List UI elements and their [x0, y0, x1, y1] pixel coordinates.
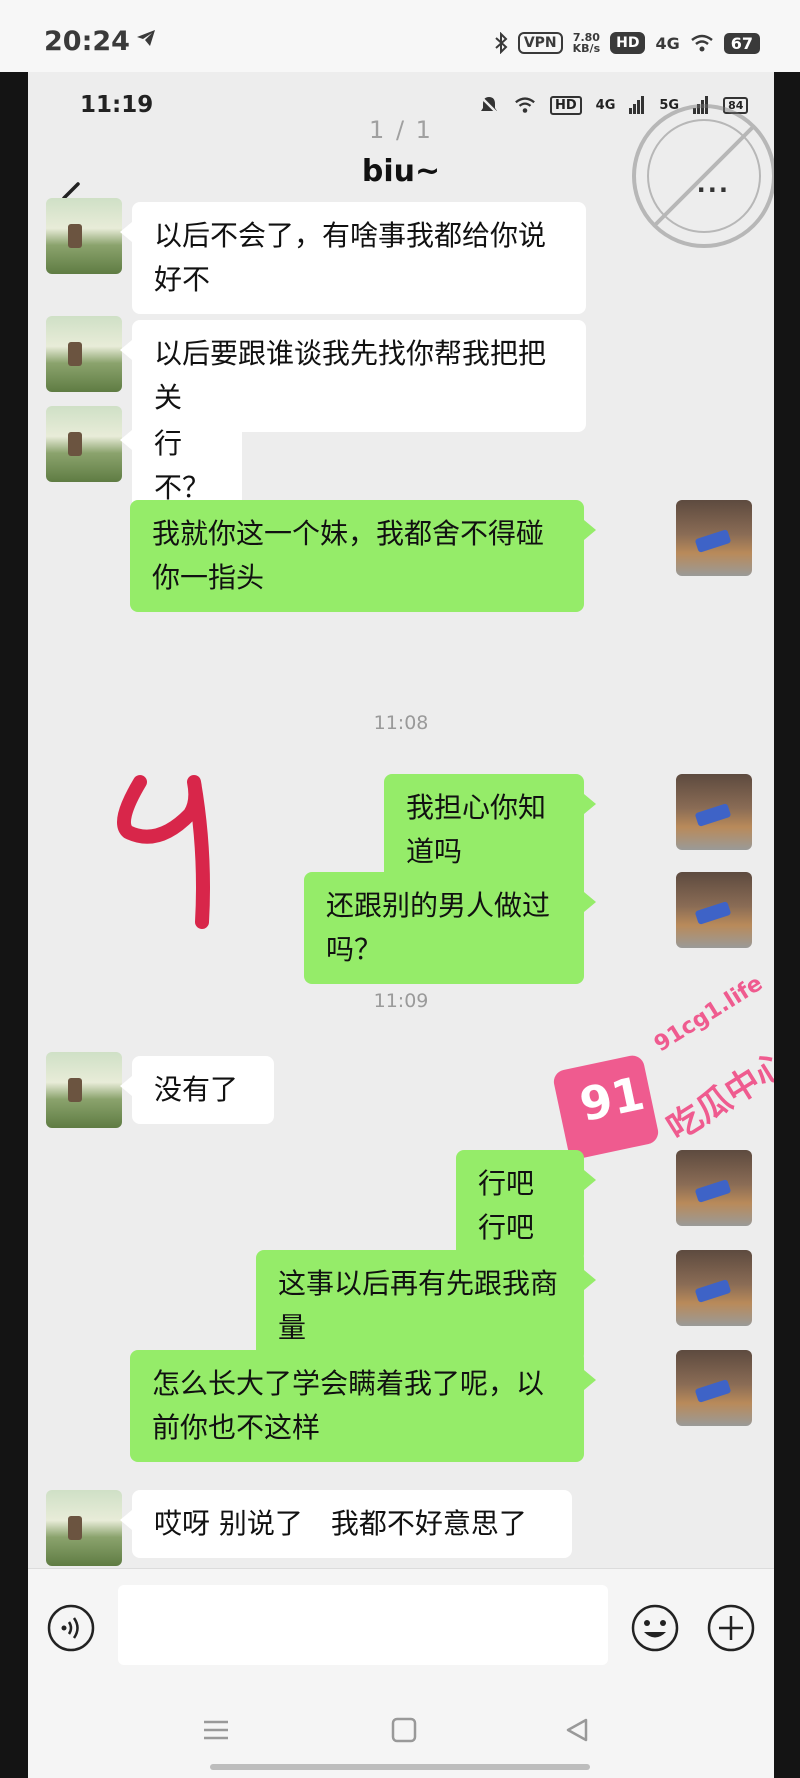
wifi-icon [515, 97, 535, 113]
voice-icon[interactable] [46, 1603, 96, 1653]
network-type: 4G [655, 33, 680, 53]
chat-title: biu~ [361, 154, 441, 189]
my-avatar[interactable] [676, 872, 752, 948]
watermark-name: 吃瓜中心 [660, 1042, 774, 1149]
chat-screenshot: 11:19 HD 4G 5G 84 1 / 1 biu~ ··· 以后不会了，有… [28, 72, 774, 1778]
my-avatar[interactable] [676, 500, 752, 576]
chat-input-bar [28, 1568, 774, 1689]
contact-avatar[interactable] [46, 1052, 122, 1128]
my-avatar[interactable] [676, 1250, 752, 1326]
site-watermark: 91 91cg1.life 吃瓜中心 [551, 971, 774, 1162]
message-input[interactable] [118, 1585, 608, 1665]
outer-status-time: 20:24 [44, 26, 130, 57]
inner-status-time: 11:19 [80, 92, 154, 118]
handwritten-annotation [117, 775, 210, 929]
gesture-handle[interactable] [210, 1764, 590, 1770]
mute-bell-icon [480, 96, 498, 114]
message-bubble-sent[interactable]: 我担心你知道吗 [384, 774, 596, 886]
battery-indicator: 67 [723, 32, 760, 54]
my-avatar[interactable] [676, 1350, 752, 1426]
outer-status-icons: VPN 7.80 KB/s HD 4G 67 [494, 26, 760, 60]
network-speed: 7.80 KB/s [573, 32, 600, 54]
message-timestamp: 11:08 [373, 712, 429, 734]
message-bubble-received[interactable]: 哎呀 别说了 我都不好意思了 [120, 1490, 572, 1558]
message-bubble-received[interactable]: 以后不会了，有啥事我都给你说好不 [120, 202, 586, 314]
right-frame [774, 72, 800, 1778]
message-bubble-sent[interactable]: 行吧 行吧 [456, 1150, 596, 1262]
my-avatar[interactable] [676, 1150, 752, 1226]
my-avatar[interactable] [676, 774, 752, 850]
nav-back-icon[interactable] [564, 1716, 592, 1744]
emoji-icon[interactable] [630, 1603, 680, 1653]
hd-badge: HD [610, 32, 646, 54]
message-timestamp: 11:09 [373, 990, 429, 1012]
message-bubble-sent[interactable]: 还跟别的男人做过吗？ [304, 872, 596, 984]
contact-avatar[interactable] [46, 406, 122, 482]
vpn-badge: VPN [517, 32, 563, 54]
more-icon[interactable]: ··· [697, 176, 730, 204]
bluetooth-icon [495, 32, 508, 54]
contact-avatar[interactable] [46, 316, 122, 392]
watermark-domain: 91cg1.life [650, 971, 768, 1058]
left-frame [0, 72, 28, 1778]
telegram-icon [137, 30, 155, 46]
message-bubble-sent[interactable]: 怎么长大了学会瞒着我了呢，以前你也不这样 [130, 1350, 596, 1462]
inner-hd-badge: HD [550, 95, 582, 115]
inner-network-1: 4G [595, 97, 616, 113]
network-speed-unit: KB/s [572, 42, 601, 55]
menu-icon[interactable] [202, 1716, 230, 1744]
outer-status-bar: 20:24 VPN 7.80 KB/s HD 4G 67 [0, 0, 800, 72]
home-icon[interactable] [390, 1716, 418, 1744]
contact-avatar[interactable] [46, 1490, 122, 1566]
wifi-icon [690, 34, 713, 52]
message-bubble-sent[interactable]: 我就你这一个妹，我都舍不得碰你一指头 [130, 500, 596, 612]
contact-avatar[interactable] [46, 198, 122, 274]
message-bubble-sent[interactable]: 这事以后再有先跟我商量 [256, 1250, 596, 1362]
plus-icon[interactable] [706, 1603, 756, 1653]
message-bubble-received[interactable]: 没有了 [120, 1056, 274, 1124]
